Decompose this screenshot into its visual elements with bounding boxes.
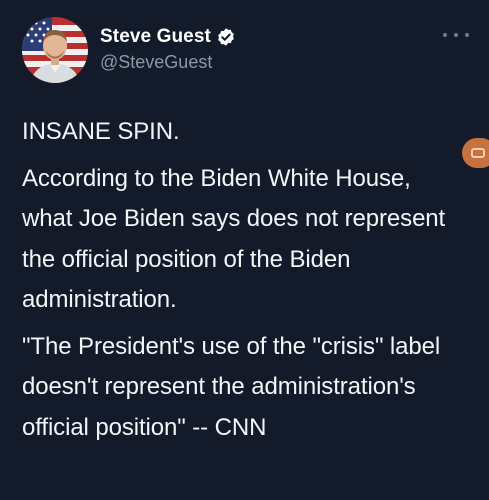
floating-video-button[interactable]: [462, 138, 489, 168]
ellipsis-icon-dot: [465, 33, 469, 37]
tweet-card: Steve Guest @SteveGuest INSANE SPIN. Acc…: [0, 0, 489, 500]
author-avatar[interactable]: [22, 17, 88, 83]
author-name-row: Steve Guest: [100, 25, 236, 49]
verified-badge-icon: [216, 27, 236, 47]
tweet-paragraph: INSANE SPIN.: [22, 118, 180, 145]
ellipsis-icon-dot: [454, 33, 458, 37]
ellipsis-icon: [443, 33, 447, 37]
tweet-text: INSANE SPIN. According to the Biden Whit…: [22, 112, 467, 454]
author-display-name[interactable]: Steve Guest: [100, 26, 211, 48]
tweet-paragraph: "The President's use of the "crisis" lab…: [22, 332, 441, 441]
author-handle[interactable]: @SteveGuest: [100, 52, 236, 73]
profile-photo-icon: [22, 17, 88, 83]
author-info: Steve Guest @SteveGuest: [100, 25, 236, 73]
tweet-paragraph: According to the Biden White House, what…: [22, 164, 446, 314]
more-options-button[interactable]: [443, 28, 469, 42]
video-camera-icon: [471, 148, 485, 158]
